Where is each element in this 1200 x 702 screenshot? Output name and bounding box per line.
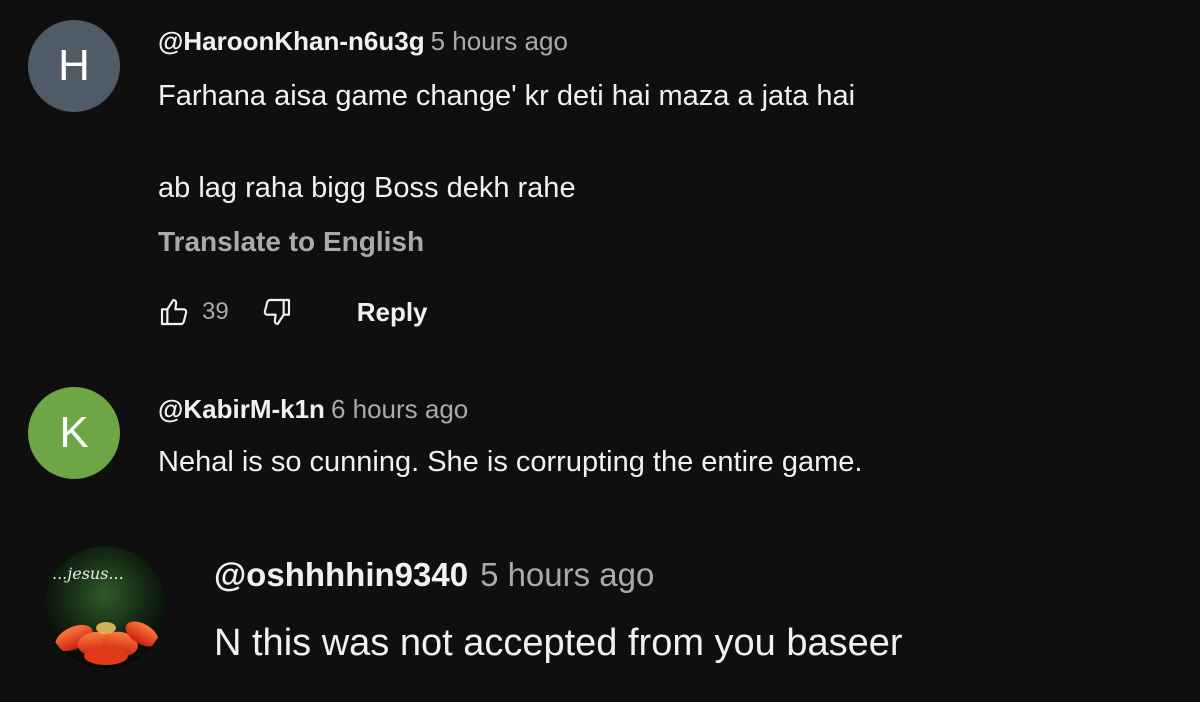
comment-text-line: ab lag raha bigg Boss dekh rahe [158,172,576,204]
thumb-up-icon[interactable] [156,294,192,330]
avatar[interactable]: ...jesus... [44,546,166,668]
like-count: 39 [202,298,229,325]
author-name[interactable]: @oshhhhin9340 [214,556,468,593]
comment-actions: 39 Reply [156,294,428,330]
comments-page: H @HaroonKhan-n6u3g 5 hours ago Farhana a… [0,0,1200,702]
avatar[interactable]: H [28,20,120,112]
comment-time[interactable]: 5 hours ago [480,556,654,593]
comment-text-line: Nehal is so cunning. She is corrupting t… [158,446,863,478]
clipped-actions-fragment [160,512,330,518]
avatar[interactable]: K [28,387,120,479]
comment-text-line: Farhana aisa game change' kr deti hai ma… [158,80,856,112]
author-name[interactable]: @KabirM-k1n [158,394,325,424]
comment-header: @HaroonKhan-n6u3g 5 hours ago [158,26,568,57]
comment-text-line: N this was not accepted from you baseer [214,622,903,664]
avatar-letter: H [58,41,90,90]
thumb-down-icon[interactable] [259,294,295,330]
translate-button[interactable]: Translate to English [158,226,424,258]
comment-header: @KabirM-k1n 6 hours ago [158,394,468,425]
comment-time[interactable]: 6 hours ago [331,394,468,424]
avatar-letter: K [59,408,89,457]
avatar-caption: ...jesus... [52,564,124,583]
comment-header: @oshhhhin9340 5 hours ago [214,556,654,594]
reply-button[interactable]: Reply [357,297,428,328]
author-name[interactable]: @HaroonKhan-n6u3g [158,26,425,56]
overlay-comment: ...jesus... @oshhhhin9340 5 hours ago N t… [0,520,1200,702]
comment-time[interactable]: 5 hours ago [431,26,568,56]
